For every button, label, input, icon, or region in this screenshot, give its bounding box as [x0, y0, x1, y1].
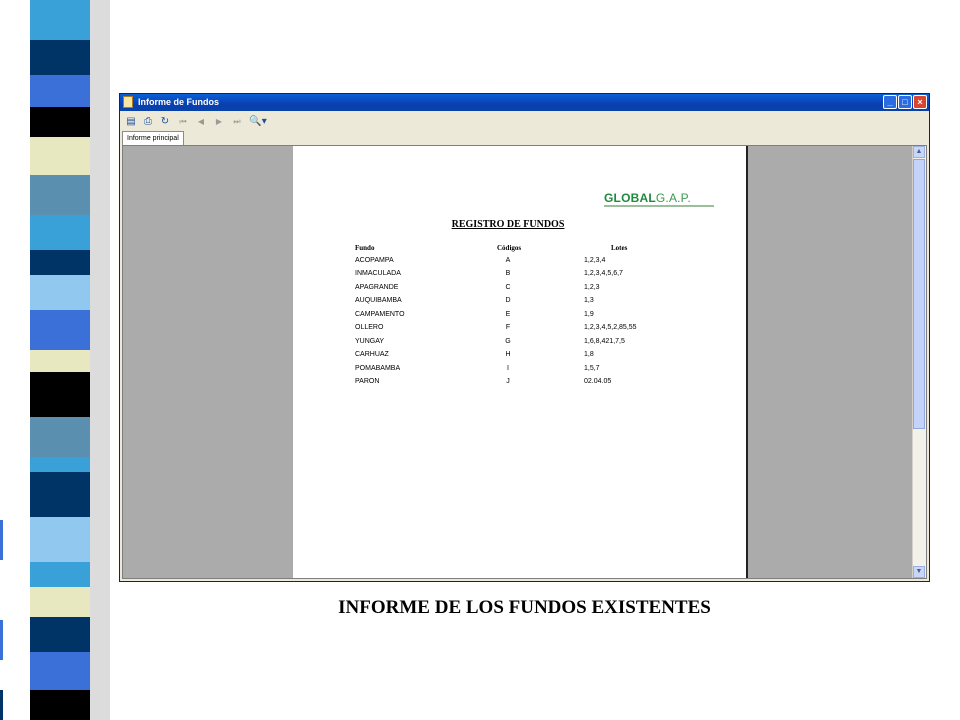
previous-page-icon[interactable]: ◀	[194, 115, 208, 129]
table-row: POMABAMBA I 1,5,7	[355, 365, 600, 372]
next-page-icon[interactable]: ▶	[212, 115, 226, 129]
report-title: REGISTRO DE FUNDOS	[451, 219, 565, 230]
table-row: OLLERO F 1,2,3,4,5,2,85,55	[355, 324, 637, 331]
report-toolbar: ▤ ⎙ ↻ ⏮ ◀ ▶ ⏭ 🔍▾	[122, 112, 927, 132]
scroll-thumb[interactable]	[913, 159, 925, 429]
app-icon	[123, 96, 133, 108]
column-header-fundo: Fundo	[355, 244, 375, 252]
vertical-scrollbar[interactable]: ▲ ▼	[912, 146, 926, 578]
title-bar[interactable]: Informe de Fundos _ □ ×	[120, 94, 929, 111]
print-icon[interactable]: ⎙	[141, 115, 155, 129]
report-viewer: GLOBALG.A.P. REGISTRO DE FUNDOS Fundo Có…	[122, 145, 927, 579]
minimize-button[interactable]: _	[883, 95, 897, 109]
close-button[interactable]: ×	[913, 95, 927, 109]
column-header-codigos: Códigos	[497, 244, 522, 252]
table-row: PARON J 02.04.05	[355, 378, 612, 385]
globalgap-logo: GLOBALG.A.P.	[604, 191, 719, 213]
table-row: YUNGAY G 1,6,8,421,7,5	[355, 338, 625, 345]
refresh-icon[interactable]: ↻	[158, 115, 172, 129]
scroll-up-icon[interactable]: ▲	[913, 146, 925, 158]
table-row: INMACULADA B 1,2,3,4,5,6,7	[355, 270, 623, 277]
export-icon[interactable]: ▤	[124, 115, 138, 129]
report-window: Informe de Fundos _ □ × ▤ ⎙ ↻ ⏮ ◀ ▶ ⏭ 🔍▾…	[119, 93, 930, 582]
report-page: GLOBALG.A.P. REGISTRO DE FUNDOS Fundo Có…	[293, 146, 748, 578]
table-row: AUQUIBAMBA D 1,3	[355, 297, 594, 304]
table-row: APAGRANDE C 1,2,3	[355, 284, 600, 291]
zoom-icon[interactable]: 🔍▾	[249, 115, 267, 129]
window-title: Informe de Fundos	[138, 97, 219, 107]
tab-informe-principal[interactable]: Informe principal	[122, 131, 184, 146]
table-row: ACOPAMPA A 1,2,3,4	[355, 257, 606, 264]
table-row: CARHUAZ H 1,8	[355, 351, 594, 358]
column-header-lotes: Lotes	[611, 244, 628, 252]
table-row: CAMPAMENTO E 1,9	[355, 311, 594, 318]
scroll-down-icon[interactable]: ▼	[913, 566, 925, 578]
last-page-icon[interactable]: ⏭	[230, 115, 244, 129]
slide-caption: INFORME DE LOS FUNDOS EXISTENTES	[338, 597, 711, 618]
first-page-icon[interactable]: ⏮	[176, 115, 190, 129]
maximize-button[interactable]: □	[898, 95, 912, 109]
decorative-stripe	[0, 0, 110, 720]
